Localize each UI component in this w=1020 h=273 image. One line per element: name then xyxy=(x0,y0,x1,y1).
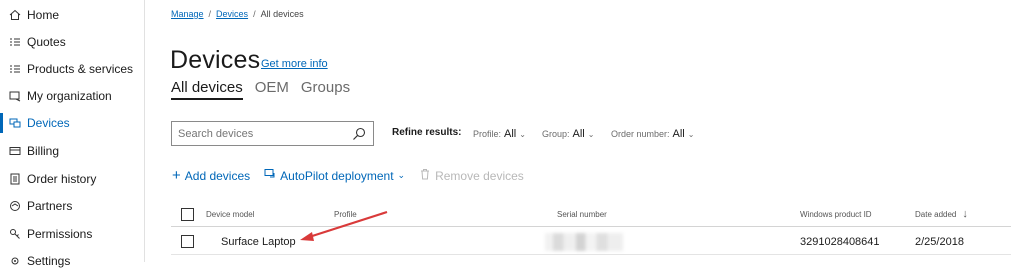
autopilot-deployment-label: AutoPilot deployment xyxy=(280,168,394,183)
breadcrumb-link-devices[interactable]: Devices xyxy=(216,9,248,19)
chevron-down-icon: ⌄ xyxy=(519,129,526,139)
sidebar-item-label: Partners xyxy=(27,199,73,213)
select-all-cell xyxy=(171,202,194,226)
billing-icon xyxy=(8,145,21,158)
sort-descending-icon: ↓ xyxy=(962,208,968,220)
sidebar-item-label: Settings xyxy=(27,254,71,268)
sidebar-item-label: Quotes xyxy=(27,35,66,49)
column-header-profile[interactable]: Profile xyxy=(334,202,357,226)
serial-number-cell xyxy=(545,229,623,254)
sidebar-item-label: Billing xyxy=(27,144,60,158)
home-icon xyxy=(8,9,21,22)
sidebar-item-permissions[interactable]: Permissions xyxy=(0,222,144,246)
order-history-icon xyxy=(8,173,21,186)
search-box xyxy=(171,121,374,146)
column-header-label: Date added xyxy=(915,209,957,219)
date-added-cell: 2/25/2018 xyxy=(915,235,964,248)
tab-all-devices[interactable]: All devices xyxy=(171,79,243,100)
sidebar-item-label: Home xyxy=(27,8,60,22)
profile-filter[interactable]: Profile: All ⌄ xyxy=(473,128,526,140)
autopilot-icon xyxy=(264,168,276,183)
chevron-down-icon: ⌄ xyxy=(687,129,695,139)
filter-value: All xyxy=(672,128,685,140)
sidebar-item-label: Products & services xyxy=(27,62,134,76)
sidebar-item-devices[interactable]: Devices xyxy=(0,111,144,135)
settings-icon xyxy=(8,255,21,268)
select-all-checkbox[interactable] xyxy=(181,207,194,221)
order-number-filter[interactable]: Order number: All ⌄ xyxy=(611,128,694,140)
tab-bar: All devices OEM Groups xyxy=(171,79,350,100)
column-header-windows-product-id[interactable]: Windows product ID xyxy=(800,202,872,226)
sidebar-item-order-history[interactable]: Order history xyxy=(0,167,144,191)
filter-label: Profile: xyxy=(473,129,502,139)
sidebar-item-quotes[interactable]: Quotes xyxy=(0,30,144,54)
sidebar-item-label: Order history xyxy=(27,172,97,186)
remove-devices-label: Remove devices xyxy=(435,168,524,183)
add-devices-button[interactable]: + Add devices xyxy=(172,166,251,184)
table-header: Device model Profile Serial number Windo… xyxy=(171,202,1011,227)
sidebar-item-label: Devices xyxy=(27,116,70,130)
breadcrumb-current: All devices xyxy=(260,9,304,19)
table-row[interactable]: Surface Laptop 3291028408641 2/25/2018 xyxy=(171,229,1011,255)
sidebar-nav: Home Quotes Products & services My organ… xyxy=(0,0,145,268)
list-icon xyxy=(8,36,21,49)
add-devices-label: Add devices xyxy=(184,168,251,183)
refine-results-label: Refine results: xyxy=(392,127,462,138)
redacted-serial-number xyxy=(545,232,623,251)
permissions-icon xyxy=(8,228,21,241)
breadcrumb: Manage / Devices / All devices xyxy=(171,9,304,19)
sidebar-item-label: My organization xyxy=(27,89,112,103)
row-select-cell xyxy=(171,229,194,254)
breadcrumb-separator: / xyxy=(253,9,256,19)
sidebar-item-label: Permissions xyxy=(27,227,93,241)
page-title: Devices xyxy=(170,46,261,74)
devices-icon xyxy=(8,117,21,130)
organization-icon xyxy=(8,90,21,103)
breadcrumb-link-manage[interactable]: Manage xyxy=(171,9,204,19)
chevron-down-icon: ⌄ xyxy=(397,170,406,180)
autopilot-deployment-button[interactable]: AutoPilot deployment ⌄ xyxy=(264,168,405,183)
column-header-device-model[interactable]: Device model xyxy=(206,202,254,226)
filter-label: Group: xyxy=(542,129,570,139)
chevron-down-icon: ⌄ xyxy=(587,129,595,139)
tab-oem[interactable]: OEM xyxy=(255,79,289,100)
partners-icon xyxy=(8,200,21,213)
get-more-info-link[interactable]: Get more info xyxy=(261,58,328,70)
sidebar-item-my-organization[interactable]: My organization xyxy=(0,84,144,108)
tab-groups[interactable]: Groups xyxy=(301,79,350,100)
group-filter[interactable]: Group: All ⌄ xyxy=(542,128,594,140)
sidebar-item-home[interactable]: Home xyxy=(0,3,144,27)
filter-label: Order number: xyxy=(611,129,670,139)
sidebar-item-billing[interactable]: Billing xyxy=(0,139,144,163)
filter-value: All xyxy=(572,128,585,140)
sidebar-item-settings[interactable]: Settings xyxy=(0,249,144,273)
sidebar-item-products-services[interactable]: Products & services xyxy=(0,57,144,81)
column-header-serial-number[interactable]: Serial number xyxy=(557,202,607,226)
filter-value: All xyxy=(504,128,517,140)
device-model-cell: Surface Laptop xyxy=(221,235,296,248)
remove-devices-button[interactable]: Remove devices xyxy=(419,168,524,183)
breadcrumb-separator: / xyxy=(208,9,212,19)
plus-icon: + xyxy=(172,166,181,184)
trash-icon xyxy=(419,168,431,183)
search-input[interactable] xyxy=(178,127,348,140)
column-header-date-added[interactable]: Date added ↓ xyxy=(915,202,968,226)
command-bar: + Add devices AutoPilot deployment ⌄ Rem… xyxy=(172,168,538,183)
list-icon xyxy=(8,63,21,76)
search-icon[interactable] xyxy=(352,127,366,141)
windows-product-id-cell: 3291028408641 xyxy=(800,235,880,248)
sidebar-item-partners[interactable]: Partners xyxy=(0,194,144,218)
row-checkbox[interactable] xyxy=(181,235,194,248)
